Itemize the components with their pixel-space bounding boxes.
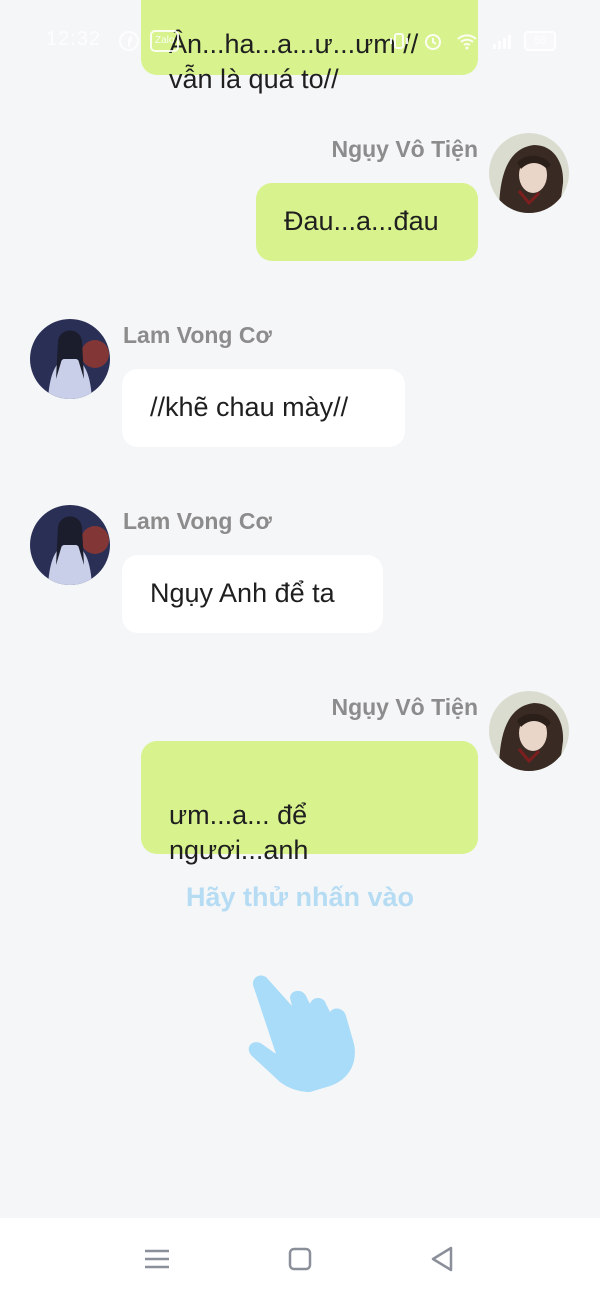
back-triangle-icon[interactable]: [425, 1242, 459, 1276]
avatar: [30, 319, 110, 399]
avatar: [30, 505, 110, 585]
message-bubble: ưm...a... để ngươi...anh: [141, 741, 478, 865]
system-icons: 55: [388, 30, 556, 52]
avatar-image: [30, 505, 110, 585]
system-nav-bar: [0, 1218, 600, 1300]
status-time: 12:32: [46, 28, 102, 50]
avatar-image: [489, 133, 569, 213]
home-square-icon[interactable]: [283, 1242, 317, 1276]
message-text: //khẽ chau mày//: [150, 392, 349, 422]
menu-icon[interactable]: [140, 1242, 174, 1276]
message-bubble: Đau...a...đau: [256, 183, 478, 261]
sender-name: Lam Vong Cơ: [123, 322, 272, 348]
vibrate-icon: [390, 33, 408, 49]
alarm-icon: [425, 34, 441, 50]
avatar: [489, 691, 569, 771]
zalo-icon: Zalo: [150, 30, 180, 52]
avatar-image: [489, 691, 569, 771]
message-text: ưm...a... để ngươi...anh: [169, 800, 309, 865]
facebook-icon: [119, 31, 139, 51]
avatar: [489, 133, 569, 213]
message-text: Đau...a...đau: [284, 206, 439, 236]
status-bar: 12:32 Zalo 55: [0, 22, 600, 62]
avatar-image: [30, 319, 110, 399]
tap-hand-icon[interactable]: [240, 968, 360, 1093]
sender-name: Lam Vong Cơ: [123, 508, 272, 534]
wifi-icon: [457, 34, 477, 50]
notification-icons: Zalo: [118, 30, 180, 52]
message-text: Ngụy Anh để ta: [150, 578, 335, 608]
message-bubble: Ngụy Anh để ta: [122, 555, 383, 633]
sender-name: Ngụy Vô Tiện: [331, 694, 478, 720]
message-bubble: //khẽ chau mày//: [122, 369, 405, 447]
sender-name: Ngụy Vô Tiện: [331, 136, 478, 162]
battery-icon: 55: [524, 31, 556, 51]
signal-icon: [493, 35, 511, 49]
tap-hint-text[interactable]: Hãy thử nhấn vào: [0, 882, 600, 913]
